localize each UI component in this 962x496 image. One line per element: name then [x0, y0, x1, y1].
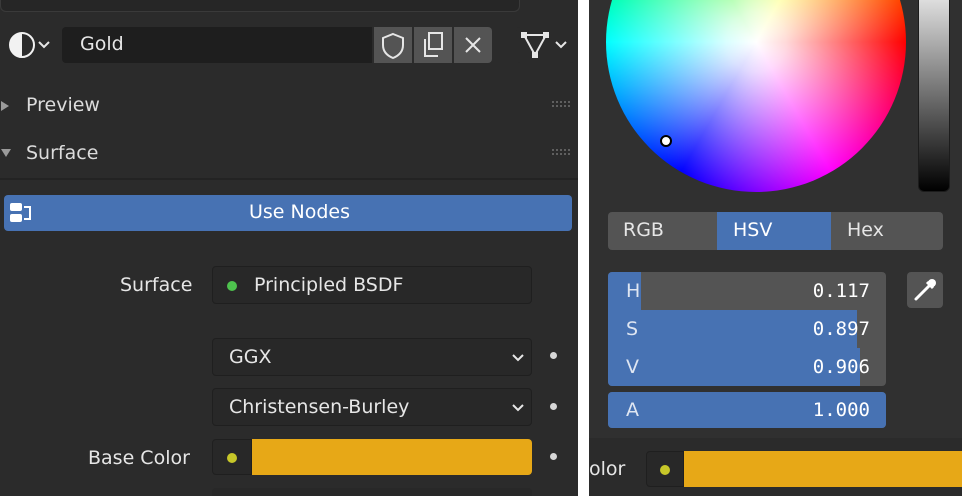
chevron-down-icon	[512, 404, 524, 412]
material-type-selector[interactable]	[6, 28, 58, 62]
base-color-label-partial: olor	[589, 458, 626, 480]
base-color-swatch[interactable]	[684, 451, 962, 487]
shader-socket-icon	[227, 281, 237, 291]
preview-panel-title: Preview	[26, 94, 100, 116]
drag-handle-icon[interactable]	[552, 149, 570, 157]
material-name-field[interactable]: Gold	[62, 27, 372, 63]
eyedropper-button[interactable]	[907, 272, 943, 308]
tab-hex-label: Hex	[847, 219, 884, 241]
value-field[interactable]: V 0.906	[608, 348, 886, 386]
value-label: V	[626, 356, 639, 378]
eyedropper-icon	[914, 279, 936, 301]
alpha-field[interactable]: A 1.000	[608, 392, 886, 428]
surface-shader-name: Principled BSDF	[254, 274, 404, 296]
keyframe-dot[interactable]	[550, 352, 557, 359]
link-type-dropdown[interactable]	[516, 27, 574, 63]
hue-field[interactable]: H 0.117	[608, 272, 886, 310]
top-strip	[0, 0, 520, 12]
expanded-arrow-icon	[1, 149, 11, 157]
tab-hsv[interactable]: HSV	[717, 212, 831, 250]
color-picker-popup: RGB HSV Hex H 0.117 S 0.897 V 0.906 A 1.…	[589, 0, 962, 496]
tab-rgb-label: RGB	[623, 219, 664, 241]
surface-panel-title: Surface	[26, 142, 99, 164]
base-color-socket-box[interactable]	[646, 451, 684, 487]
panel-separator	[0, 178, 578, 180]
fake-user-button[interactable]	[374, 27, 412, 63]
saturation-value: 0.897	[812, 318, 870, 340]
duplicate-icon	[424, 32, 443, 57]
color-socket-icon	[227, 453, 237, 463]
base-color-label: Base Color	[88, 447, 190, 469]
surface-socket-label: Surface	[120, 274, 193, 296]
node-tree-icon	[521, 32, 567, 58]
surface-panel-header[interactable]: Surface	[0, 132, 578, 176]
value-value: 0.906	[812, 356, 870, 378]
preview-panel-header[interactable]: Preview	[0, 84, 578, 128]
chevron-down-icon	[512, 354, 524, 362]
saturation-label: S	[626, 318, 639, 340]
tab-hex[interactable]: Hex	[831, 212, 943, 250]
distribution-value: GGX	[229, 346, 272, 368]
alpha-value: 1.000	[812, 399, 870, 421]
subsurface-method-value: Christensen-Burley	[229, 396, 410, 418]
distribution-dropdown[interactable]: GGX	[212, 338, 532, 376]
shield-icon	[382, 32, 404, 60]
tab-hsv-label: HSV	[733, 219, 773, 241]
drag-handle-icon[interactable]	[552, 101, 570, 109]
base-color-socket-box[interactable]	[212, 439, 252, 475]
alpha-label: A	[626, 399, 639, 421]
keyframe-dot[interactable]	[550, 403, 557, 410]
keyframe-dot[interactable]	[550, 453, 557, 460]
material-properties-panel: Gold Preview Surface Use Nodes Surface P…	[0, 0, 578, 496]
tab-rgb[interactable]: RGB	[608, 212, 717, 250]
hue-label: H	[626, 280, 641, 302]
next-property-row[interactable]	[212, 488, 532, 496]
new-material-button[interactable]	[414, 27, 452, 63]
unlink-material-button[interactable]	[454, 27, 492, 63]
node-editor-icon	[10, 203, 31, 222]
value-slider[interactable]	[918, 0, 950, 192]
use-nodes-button[interactable]: Use Nodes	[4, 195, 572, 231]
wheel-cursor[interactable]	[660, 135, 672, 147]
saturation-field[interactable]: S 0.897	[608, 310, 886, 348]
collapsed-arrow-icon	[1, 101, 9, 111]
color-socket-icon	[660, 465, 670, 475]
use-nodes-label: Use Nodes	[249, 201, 351, 223]
hue-value: 0.117	[812, 280, 870, 302]
material-sphere-icon	[9, 32, 50, 58]
surface-shader-selector[interactable]: Principled BSDF	[212, 266, 532, 304]
material-name: Gold	[80, 33, 124, 55]
subsurface-method-dropdown[interactable]: Christensen-Burley	[212, 388, 532, 426]
close-icon	[465, 37, 481, 53]
hue-saturation-wheel[interactable]	[606, 0, 906, 192]
base-color-swatch[interactable]	[252, 439, 532, 475]
